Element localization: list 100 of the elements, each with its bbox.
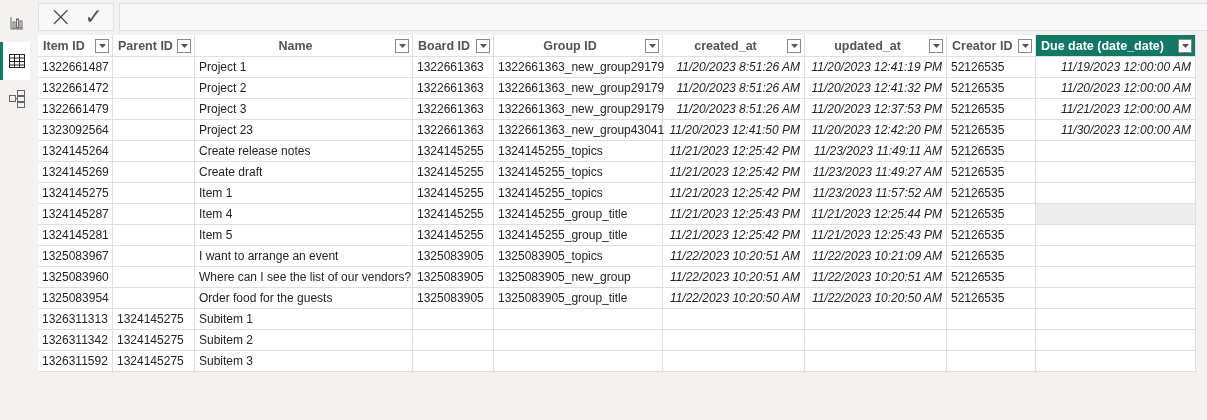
table-cell: 1324145255_group_title — [494, 225, 663, 246]
table-cell: 11/20/2023 12:41:50 PM — [663, 120, 805, 141]
cancel-button[interactable]: × — [46, 3, 76, 31]
bar-chart-icon — [9, 16, 24, 30]
column-header[interactable]: Name — [195, 35, 413, 57]
table-cell: Create draft — [195, 162, 413, 183]
table-cell: 11/20/2023 8:51:26 AM — [663, 78, 805, 99]
caret-icon — [932, 43, 940, 48]
table-cell: Item 1 — [195, 183, 413, 204]
caret-icon — [648, 43, 656, 48]
table-cell: 1324145275 — [113, 309, 195, 330]
table-cell: Project 23 — [195, 120, 413, 141]
caret-icon — [398, 43, 406, 48]
table-cell: 11/22/2023 10:20:51 AM — [663, 267, 805, 288]
table-cell: 1322661487 — [38, 57, 113, 78]
table-cell: 11/22/2023 10:20:50 AM — [663, 288, 805, 309]
table-cell: 1326311342 — [38, 330, 113, 351]
caret-icon — [180, 43, 188, 48]
table-cell: 11/20/2023 12:41:32 PM — [805, 78, 947, 99]
table-cell: 11/20/2023 12:37:53 PM — [805, 99, 947, 120]
formula-field[interactable] — [119, 3, 1207, 31]
table-cell: 1325083905 — [413, 288, 494, 309]
table-cell: 1322661363_new_group29179 — [494, 99, 663, 120]
caret-icon — [790, 43, 798, 48]
table-cell: 52126535 — [947, 141, 1036, 162]
table-cell: 11/22/2023 10:20:51 AM — [663, 246, 805, 267]
table-cell: Project 2 — [195, 78, 413, 99]
filter-dropdown-button[interactable] — [476, 38, 490, 53]
table-cell: 52126535 — [947, 162, 1036, 183]
table-cell: 52126535 — [947, 78, 1036, 99]
table-cell: 11/21/2023 12:25:42 PM — [663, 225, 805, 246]
column-header[interactable]: Due date (date_date) — [1036, 35, 1196, 57]
table-cell: 1324145255 — [413, 141, 494, 162]
table-cell: 11/21/2023 12:25:42 PM — [663, 183, 805, 204]
table-cell: 1325083954 — [38, 288, 113, 309]
table-cell: 1324145264 — [38, 141, 113, 162]
table-cell: Project 1 — [195, 57, 413, 78]
filter-dropdown-button[interactable] — [1178, 38, 1192, 53]
table-cell: 1325083905 — [413, 267, 494, 288]
table-cell: Item 4 — [195, 204, 413, 225]
table-cell: 1324145255 — [413, 162, 494, 183]
table-cell: 1322661363_new_group29179 — [494, 78, 663, 99]
table-cell: 1326311313 — [38, 309, 113, 330]
table-cell: 11/19/2023 12:00:00 AM — [1036, 57, 1196, 78]
table-cell: 1324145287 — [38, 204, 113, 225]
table-cell: Project 3 — [195, 99, 413, 120]
table-cell: 52126535 — [947, 120, 1036, 141]
table-cell: 11/21/2023 12:00:00 AM — [1036, 99, 1196, 120]
column-header[interactable]: updated_at — [805, 35, 947, 57]
table-cell: 1324145255 — [413, 183, 494, 204]
table-cell: 1324145255 — [413, 204, 494, 225]
table-cell: 52126535 — [947, 246, 1036, 267]
filter-dropdown-button[interactable] — [929, 38, 943, 53]
table-cell: 11/20/2023 12:42:20 PM — [805, 120, 947, 141]
column-header[interactable]: Group ID — [494, 35, 663, 57]
table-cell: 1322661363_new_group29179 — [494, 57, 663, 78]
filter-dropdown-button[interactable] — [177, 38, 191, 53]
filter-dropdown-button[interactable] — [395, 38, 409, 53]
table-cell: Where can I see the list of our vendors? — [195, 267, 413, 288]
table-cell: 1326311592 — [38, 351, 113, 372]
caret-icon — [479, 43, 487, 48]
table-cell: 52126535 — [947, 225, 1036, 246]
table-cell: Subitem 2 — [195, 330, 413, 351]
column-header[interactable]: Item ID — [38, 35, 113, 57]
table-cell: 11/22/2023 10:20:50 AM — [805, 288, 947, 309]
table-cell: 1324145275 — [113, 330, 195, 351]
column-header[interactable]: Board ID — [413, 35, 494, 57]
table-cell: Subitem 3 — [195, 351, 413, 372]
table-cell: 11/21/2023 12:25:43 PM — [805, 225, 947, 246]
table-cell: 1324145255_group_title — [494, 204, 663, 225]
column-header[interactable]: Creator ID — [947, 35, 1036, 57]
table-cell: 1322661363_new_group43041 — [494, 120, 663, 141]
table-cell: 1322661363 — [413, 57, 494, 78]
table-cell: 1324145275 — [38, 183, 113, 204]
filter-dropdown-button[interactable] — [787, 38, 801, 53]
table-cell: 11/21/2023 12:25:43 PM — [663, 204, 805, 225]
table-cell: 1325083905_group_title — [494, 288, 663, 309]
caret-icon — [98, 43, 106, 48]
table-cell: 1325083967 — [38, 246, 113, 267]
table-cell: 52126535 — [947, 57, 1036, 78]
table-cell: 1325083905_topics — [494, 246, 663, 267]
commit-button[interactable]: ✓ — [81, 6, 106, 28]
table-cell: 1322661363 — [413, 78, 494, 99]
table-cell: 1325083905_new_group — [494, 267, 663, 288]
nav-tab[interactable] — [0, 42, 30, 80]
filter-dropdown-button[interactable] — [645, 38, 659, 53]
table-cell: 11/21/2023 12:25:42 PM — [663, 141, 805, 162]
filter-dropdown-button[interactable] — [95, 38, 109, 53]
table-cell: 1324145255_topics — [494, 183, 663, 204]
column-header[interactable]: created_at — [663, 35, 805, 57]
table-icon — [8, 54, 25, 68]
table-cell: 11/21/2023 12:25:42 PM — [663, 162, 805, 183]
table-cell: Create release notes — [195, 141, 413, 162]
table-cell: 1322661363 — [413, 99, 494, 120]
table-cell: 11/23/2023 11:57:52 AM — [805, 183, 947, 204]
filter-dropdown-button[interactable] — [1018, 38, 1032, 53]
table-cell: 11/23/2023 11:49:27 AM — [805, 162, 947, 183]
table-cell: 11/22/2023 10:20:51 AM — [805, 267, 947, 288]
column-header[interactable]: Parent ID — [113, 35, 195, 57]
table-cell: 1324145255_topics — [494, 162, 663, 183]
